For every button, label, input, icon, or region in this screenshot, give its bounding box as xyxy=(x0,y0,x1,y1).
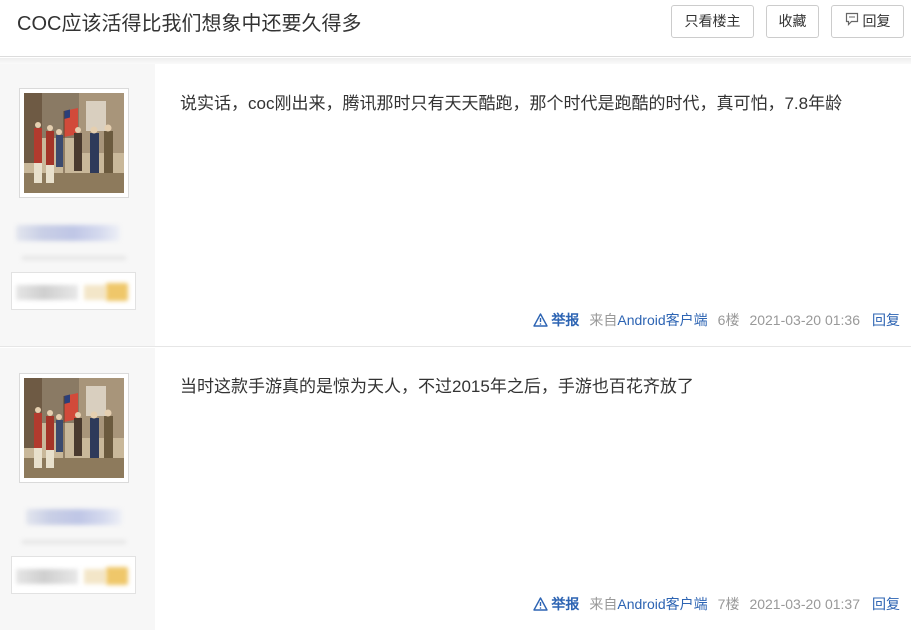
post-content: 说实话，coc刚出来，腾讯那时只有天天酷跑，那个时代是跑酷的时代，真可怕，7.8… xyxy=(180,94,843,113)
author-sidebar xyxy=(0,64,155,346)
post: 当时这款手游真的是惊为天人，不过2015年之后，手游也百花齐放了 举报 来自An… xyxy=(0,348,911,630)
avatar[interactable] xyxy=(19,88,129,198)
user-level-bar xyxy=(22,540,126,544)
reply-link[interactable]: 回复 xyxy=(872,594,900,614)
reply-button[interactable]: 回复 xyxy=(831,5,904,38)
client-source: 来自Android客户端 xyxy=(589,310,707,330)
post-time: 2021-03-20 01:36 xyxy=(749,312,860,328)
post-tail: 举报 来自Android客户端 6楼 2021-03-20 01:36 回复 xyxy=(533,310,900,330)
username[interactable] xyxy=(26,509,122,525)
report-label: 举报 xyxy=(551,596,580,612)
thread-header: COC应该活得比我们想象中还要久得多 只看楼主 收藏 回复 xyxy=(0,0,911,57)
report-label: 举报 xyxy=(551,312,580,328)
warning-icon xyxy=(533,313,549,327)
comment-icon xyxy=(845,6,859,37)
client-source: 来自Android客户端 xyxy=(589,594,707,614)
from-prefix: 来自 xyxy=(589,312,618,328)
post-content: 当时这款手游真的是惊为天人，不过2015年之后，手游也百花齐放了 xyxy=(180,377,694,396)
user-badge[interactable] xyxy=(11,556,136,594)
user-badge[interactable] xyxy=(11,272,136,310)
username[interactable] xyxy=(16,225,120,241)
thread-title: COC应该活得比我们想象中还要久得多 xyxy=(17,13,362,35)
avatar-image xyxy=(24,378,124,478)
post-time: 2021-03-20 01:37 xyxy=(749,596,860,612)
reply-link[interactable]: 回复 xyxy=(872,310,900,330)
report-link[interactable]: 举报 xyxy=(533,594,579,614)
client-link[interactable]: Android客户端 xyxy=(617,596,707,612)
only-op-button[interactable]: 只看楼主 xyxy=(671,5,754,38)
avatar[interactable] xyxy=(19,373,129,483)
post: 说实话，coc刚出来，腾讯那时只有天天酷跑，那个时代是跑酷的时代，真可怕，7.8… xyxy=(0,64,911,347)
favorite-button[interactable]: 收藏 xyxy=(766,5,819,38)
avatar-image xyxy=(24,93,124,193)
floor-number: 7楼 xyxy=(717,596,740,612)
floor-number: 6楼 xyxy=(717,312,740,328)
post-tail: 举报 来自Android客户端 7楼 2021-03-20 01:37 回复 xyxy=(533,594,900,614)
from-prefix: 来自 xyxy=(589,596,618,612)
client-link[interactable]: Android客户端 xyxy=(617,312,707,328)
reply-button-label: 回复 xyxy=(862,13,891,29)
author-sidebar xyxy=(0,348,155,630)
warning-icon xyxy=(533,597,549,611)
user-level-bar xyxy=(22,256,126,260)
report-link[interactable]: 举报 xyxy=(533,310,579,330)
